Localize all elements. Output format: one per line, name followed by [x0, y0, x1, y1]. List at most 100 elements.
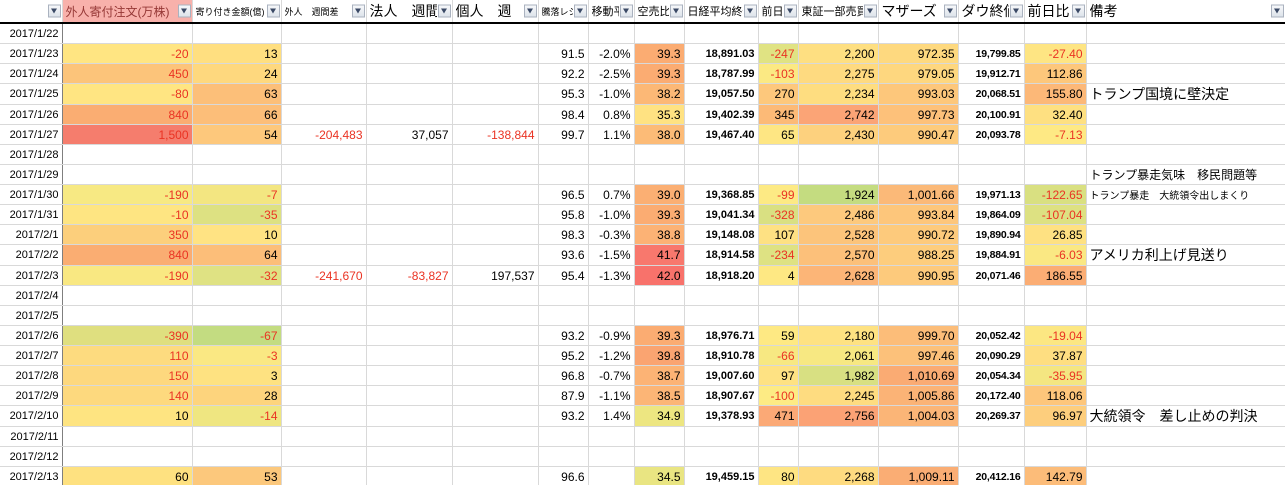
cell-biko[interactable] — [1086, 366, 1285, 386]
column-header-date[interactable] — [0, 0, 62, 23]
cell-dow_change[interactable]: -27.40 — [1024, 44, 1086, 64]
cell-karauri[interactable] — [634, 165, 684, 185]
cell-biko[interactable] — [1086, 326, 1285, 346]
cell-idohei[interactable] — [588, 427, 634, 447]
cell-nikkei[interactable]: 19,459.15 — [684, 467, 758, 485]
cell-zenjitsu[interactable]: 345 — [758, 105, 798, 125]
cell-mothers[interactable]: 993.03 — [878, 84, 958, 105]
cell-kojin_week[interactable] — [452, 225, 538, 245]
cell-kojin_week[interactable] — [452, 64, 538, 84]
cell-toraku[interactable]: 91.5 — [538, 44, 588, 64]
cell-dow_change[interactable] — [1024, 145, 1086, 165]
cell-toraku[interactable]: 99.7 — [538, 125, 588, 145]
cell-tosho[interactable]: 2,200 — [798, 44, 878, 64]
cell-toraku[interactable]: 92.2 — [538, 64, 588, 84]
cell-date[interactable]: 2017/1/29 — [0, 165, 62, 185]
cell-toraku[interactable]: 93.2 — [538, 326, 588, 346]
cell-toraku[interactable]: 98.4 — [538, 105, 588, 125]
cell-gaijin_week[interactable] — [281, 185, 366, 205]
cell-dow_change[interactable]: 155.80 — [1024, 84, 1086, 105]
cell-idohei[interactable]: -1.0% — [588, 84, 634, 105]
filter-dropdown-icon[interactable] — [438, 5, 451, 18]
cell-gaijin[interactable]: -390 — [62, 326, 192, 346]
cell-biko[interactable] — [1086, 306, 1285, 326]
cell-nikkei[interactable] — [684, 427, 758, 447]
cell-kojin_week[interactable] — [452, 406, 538, 427]
cell-gaijin_week[interactable]: -241,670 — [281, 266, 366, 286]
cell-karauri[interactable] — [634, 23, 684, 44]
cell-yoritsuki[interactable]: 3 — [192, 366, 281, 386]
cell-tosho[interactable]: 2,430 — [798, 125, 878, 145]
cell-date[interactable]: 2017/1/28 — [0, 145, 62, 165]
cell-karauri[interactable]: 38.5 — [634, 386, 684, 406]
cell-dow[interactable] — [958, 447, 1024, 467]
filter-dropdown-icon[interactable] — [1072, 5, 1085, 18]
cell-tosho[interactable]: 2,234 — [798, 84, 878, 105]
cell-karauri[interactable]: 38.0 — [634, 125, 684, 145]
filter-dropdown-icon[interactable] — [574, 5, 587, 18]
cell-tosho[interactable]: 2,268 — [798, 467, 878, 485]
cell-tosho[interactable]: 2,742 — [798, 105, 878, 125]
cell-gaijin_week[interactable] — [281, 64, 366, 84]
cell-karauri[interactable]: 38.2 — [634, 84, 684, 105]
cell-idohei[interactable]: 1.4% — [588, 406, 634, 427]
cell-toraku[interactable]: 95.2 — [538, 346, 588, 366]
cell-mothers[interactable]: 1,009.11 — [878, 467, 958, 485]
cell-biko[interactable] — [1086, 286, 1285, 306]
cell-hojin_week[interactable] — [366, 427, 452, 447]
cell-biko[interactable] — [1086, 145, 1285, 165]
cell-gaijin[interactable] — [62, 145, 192, 165]
cell-gaijin[interactable]: -80 — [62, 84, 192, 105]
cell-karauri[interactable] — [634, 306, 684, 326]
cell-idohei[interactable]: 1.1% — [588, 125, 634, 145]
cell-yoritsuki[interactable]: 64 — [192, 245, 281, 266]
cell-tosho[interactable]: 2,756 — [798, 406, 878, 427]
cell-karauri[interactable]: 35.3 — [634, 105, 684, 125]
column-header-foreign-weekly[interactable]: 外人 週間差 — [281, 0, 366, 23]
column-header-advance-decline-ratio[interactable]: 騰落レシオ — [538, 0, 588, 23]
cell-gaijin[interactable]: 450 — [62, 64, 192, 84]
cell-yoritsuki[interactable]: 53 — [192, 467, 281, 485]
cell-hojin_week[interactable] — [366, 326, 452, 346]
cell-tosho[interactable]: 1,924 — [798, 185, 878, 205]
cell-date[interactable]: 2017/1/26 — [0, 105, 62, 125]
cell-tosho[interactable] — [798, 145, 878, 165]
cell-yoritsuki[interactable] — [192, 427, 281, 447]
cell-yoritsuki[interactable]: -35 — [192, 205, 281, 225]
cell-zenjitsu[interactable]: 107 — [758, 225, 798, 245]
cell-dow_change[interactable] — [1024, 286, 1086, 306]
cell-gaijin_week[interactable] — [281, 427, 366, 447]
cell-hojin_week[interactable] — [366, 346, 452, 366]
cell-dow_change[interactable] — [1024, 23, 1086, 44]
cell-date[interactable]: 2017/2/10 — [0, 406, 62, 427]
cell-gaijin_week[interactable] — [281, 386, 366, 406]
cell-toraku[interactable] — [538, 427, 588, 447]
cell-idohei[interactable]: 0.8% — [588, 105, 634, 125]
cell-yoritsuki[interactable] — [192, 23, 281, 44]
cell-nikkei[interactable]: 18,914.58 — [684, 245, 758, 266]
cell-toraku[interactable]: 95.3 — [538, 84, 588, 105]
cell-biko[interactable] — [1086, 467, 1285, 485]
cell-toraku[interactable] — [538, 145, 588, 165]
cell-yoritsuki[interactable]: 13 — [192, 44, 281, 64]
column-header-tse-first-section[interactable]: 東証一部売買 — [798, 0, 878, 23]
cell-hojin_week[interactable] — [366, 366, 452, 386]
cell-zenjitsu[interactable]: 65 — [758, 125, 798, 145]
cell-dow_change[interactable]: -19.04 — [1024, 326, 1086, 346]
cell-nikkei[interactable]: 19,041.34 — [684, 205, 758, 225]
cell-gaijin[interactable]: 840 — [62, 105, 192, 125]
cell-mothers[interactable]: 1,004.03 — [878, 406, 958, 427]
cell-yoritsuki[interactable]: 54 — [192, 125, 281, 145]
cell-tosho[interactable]: 2,245 — [798, 386, 878, 406]
cell-kojin_week[interactable]: 197,537 — [452, 266, 538, 286]
cell-gaijin_week[interactable] — [281, 286, 366, 306]
cell-nikkei[interactable]: 19,368.85 — [684, 185, 758, 205]
cell-biko[interactable]: 大統領令 差し止めの判決 — [1086, 406, 1285, 427]
cell-dow_change[interactable]: 186.55 — [1024, 266, 1086, 286]
cell-tosho[interactable]: 2,061 — [798, 346, 878, 366]
cell-idohei[interactable]: -2.0% — [588, 44, 634, 64]
cell-toraku[interactable]: 98.3 — [538, 225, 588, 245]
cell-toraku[interactable] — [538, 447, 588, 467]
cell-yoritsuki[interactable]: 28 — [192, 386, 281, 406]
cell-dow_change[interactable]: 37.87 — [1024, 346, 1086, 366]
